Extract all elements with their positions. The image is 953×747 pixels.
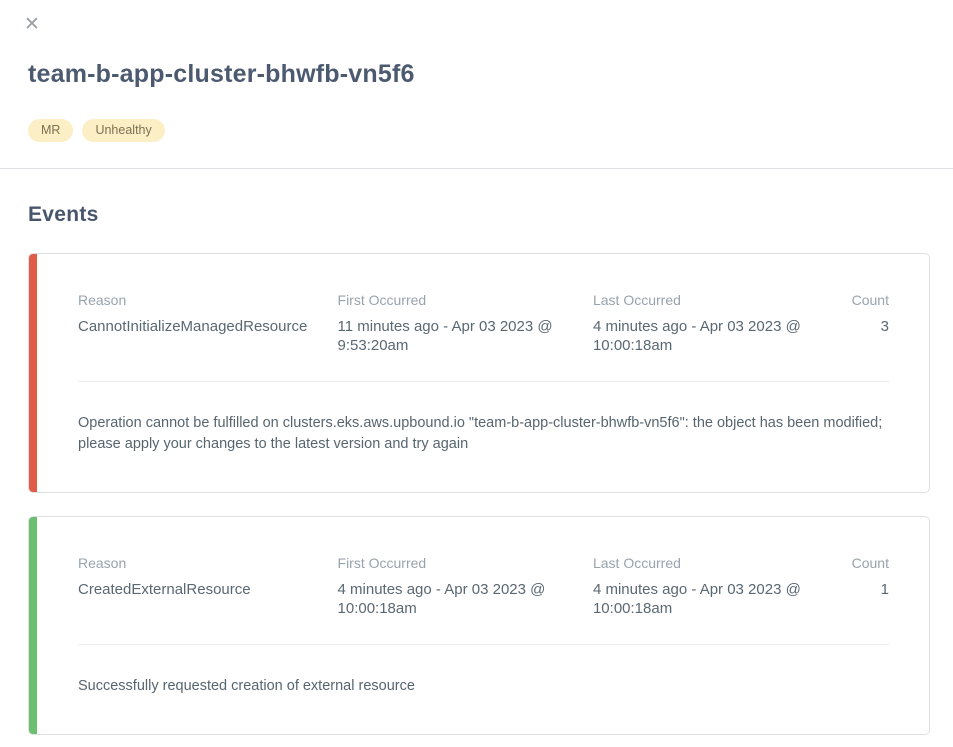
event-message: Operation cannot be fulfilled on cluster… [78,413,889,455]
column-header-first-occurred: First Occurred [338,291,593,317]
column-header-count: Count [848,554,889,580]
close-icon[interactable]: ✕ [22,14,42,34]
events-section: Events Reason First Occurred Last Occurr… [0,203,953,735]
status-color-bar [29,517,37,734]
event-count: 1 [848,580,889,618]
event-count: 3 [848,317,889,355]
detail-header: ✕ team-b-app-cluster-bhwfb-vn5f6 MR Unhe… [0,0,953,142]
column-header-last-occurred: Last Occurred [593,554,848,580]
event-table: Reason First Occurred Last Occurred Coun… [78,291,889,355]
event-card-body: Reason First Occurred Last Occurred Coun… [37,254,929,492]
event-card-success: Reason First Occurred Last Occurred Coun… [28,516,930,735]
events-heading: Events [28,203,953,227]
event-table: Reason First Occurred Last Occurred Coun… [78,554,889,618]
column-header-reason: Reason [78,291,338,317]
card-divider [78,644,889,645]
event-message: Successfully requested creation of exter… [78,676,889,697]
column-header-first-occurred: First Occurred [338,554,593,580]
header-divider [0,168,953,169]
event-reason: CannotInitializeManagedResource [78,317,338,355]
event-last-occurred: 4 minutes ago - Apr 03 2023 @ 10:00:18am [593,317,848,355]
event-first-occurred: 11 minutes ago - Apr 03 2023 @ 9:53:20am [338,317,593,355]
page-title: team-b-app-cluster-bhwfb-vn5f6 [28,59,925,89]
events-list: Reason First Occurred Last Occurred Coun… [0,253,953,735]
event-card-error: Reason First Occurred Last Occurred Coun… [28,253,930,493]
event-last-occurred: 4 minutes ago - Apr 03 2023 @ 10:00:18am [593,580,848,618]
column-header-count: Count [848,291,889,317]
event-reason: CreatedExternalResource [78,580,338,618]
badge-row: MR Unhealthy [28,119,953,142]
status-color-bar [29,254,37,492]
status-badge-unhealthy: Unhealthy [82,119,164,142]
event-card-body: Reason First Occurred Last Occurred Coun… [37,517,929,734]
status-badge-mr: MR [28,119,73,142]
event-first-occurred: 4 minutes ago - Apr 03 2023 @ 10:00:18am [338,580,593,618]
column-header-reason: Reason [78,554,338,580]
card-divider [78,381,889,382]
column-header-last-occurred: Last Occurred [593,291,848,317]
